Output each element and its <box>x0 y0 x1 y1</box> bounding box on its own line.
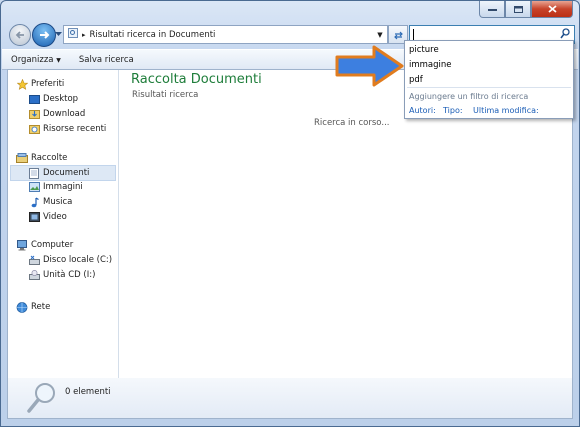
forward-button[interactable] <box>32 23 56 47</box>
nav-item-immagini[interactable]: Immagini <box>28 180 83 194</box>
nav-network-label: Rete <box>31 302 51 312</box>
save-search-button[interactable]: Salva ricerca <box>70 55 143 65</box>
magnifier-icon <box>27 383 55 413</box>
nav-item-label: Desktop <box>43 94 79 104</box>
nav-item-musica[interactable]: Musica <box>28 195 72 209</box>
library-title: Raccolta Documenti <box>131 72 262 87</box>
address-dropdown-icon[interactable]: ▼ <box>373 31 387 39</box>
video-icon <box>28 211 40 223</box>
breadcrumb-separator-icon[interactable]: ▸ <box>82 31 86 39</box>
libraries-icon <box>16 152 28 164</box>
nav-item-disco-locale[interactable]: Disco locale (C:) <box>28 253 112 267</box>
nav-network[interactable]: Rete <box>16 300 50 314</box>
organize-label: Organizza <box>11 54 54 65</box>
desktop-icon <box>28 93 40 105</box>
filter-authors-link[interactable]: Autori: <box>409 106 436 115</box>
recent-pages-dropdown[interactable] <box>55 30 62 40</box>
breadcrumb-path[interactable]: Risultati ricerca in Documenti <box>90 30 373 40</box>
nav-libraries-label: Raccolte <box>31 153 68 163</box>
pictures-icon <box>28 181 40 193</box>
suggestion-item[interactable]: pdf <box>409 75 423 85</box>
nav-item-label: Download <box>43 109 86 119</box>
refresh-icon <box>393 31 403 39</box>
nav-item-unita-cd[interactable]: Unità CD (I:) <box>28 268 95 282</box>
cd-drive-icon <box>28 269 40 281</box>
nav-item-download[interactable]: Download <box>28 107 85 121</box>
hard-drive-icon <box>28 254 40 266</box>
nav-libraries[interactable]: Raccolte <box>16 151 67 165</box>
nav-item-label: Musica <box>43 197 73 207</box>
music-icon <box>28 196 40 208</box>
navigation-pane: Preferiti Desktop Download Risorse recen… <box>8 70 119 378</box>
download-folder-icon <box>28 108 40 120</box>
nav-favorites-label: Preferiti <box>31 79 65 89</box>
maximize-button[interactable] <box>505 1 531 18</box>
nav-favorites[interactable]: Preferiti <box>16 77 64 91</box>
minimize-button[interactable] <box>479 1 505 18</box>
nav-item-label: Unità CD (I:) <box>43 270 96 280</box>
add-filter-hint: Aggiungere un filtro di ricerca <box>409 92 529 101</box>
search-suggestions-dropdown: picture immagine pdf Aggiungere un filtr… <box>404 40 574 119</box>
dropdown-divider <box>407 87 571 88</box>
library-subtitle: Risultati ricerca <box>132 90 199 100</box>
nav-item-video[interactable]: Video <box>28 210 67 224</box>
filter-date-modified-link[interactable]: Ultima modifica: <box>473 106 539 115</box>
recent-places-icon <box>28 123 40 135</box>
nav-item-desktop[interactable]: Desktop <box>28 92 78 106</box>
text-cursor <box>413 29 414 40</box>
nav-computer[interactable]: Computer <box>16 238 73 252</box>
search-results-icon <box>68 28 78 41</box>
address-bar[interactable]: ▸ Risultati ricerca in Documenti ▼ <box>63 25 388 44</box>
annotation-arrow-icon <box>335 45 404 87</box>
back-arrow-icon <box>15 31 24 39</box>
nav-item-label: Risorse recenti <box>43 124 107 134</box>
suggestion-item[interactable]: immagine <box>409 60 452 70</box>
search-icon[interactable] <box>560 28 570 39</box>
nav-item-label: Documenti <box>43 168 90 178</box>
caption-buttons <box>479 1 573 18</box>
forward-arrow-icon <box>39 31 49 39</box>
organize-menu[interactable]: Organizza ▼ <box>2 55 70 65</box>
network-icon <box>16 301 28 313</box>
search-status-message: Ricerca in corso... <box>314 118 390 128</box>
chevron-down-icon: ▼ <box>56 56 61 64</box>
suggestion-item[interactable]: picture <box>409 45 439 55</box>
item-count: 0 elementi <box>65 387 111 397</box>
nav-item-label: Immagini <box>43 182 83 192</box>
nav-item-documenti[interactable]: Documenti <box>10 165 116 181</box>
minimize-icon <box>487 9 497 11</box>
computer-icon <box>16 239 28 251</box>
back-button[interactable] <box>9 24 31 46</box>
details-pane: 0 elementi <box>7 378 573 419</box>
documents-icon <box>28 167 40 179</box>
close-icon <box>547 5 557 13</box>
nav-computer-label: Computer <box>31 240 74 250</box>
maximize-icon <box>513 5 523 13</box>
nav-item-label: Disco locale (C:) <box>43 255 113 265</box>
nav-item-label: Video <box>43 212 67 222</box>
close-button[interactable] <box>531 1 573 18</box>
star-icon <box>16 78 28 90</box>
chevron-down-icon <box>55 32 62 36</box>
filter-type-link[interactable]: Tipo: <box>443 106 463 115</box>
nav-item-recent[interactable]: Risorse recenti <box>28 122 106 136</box>
